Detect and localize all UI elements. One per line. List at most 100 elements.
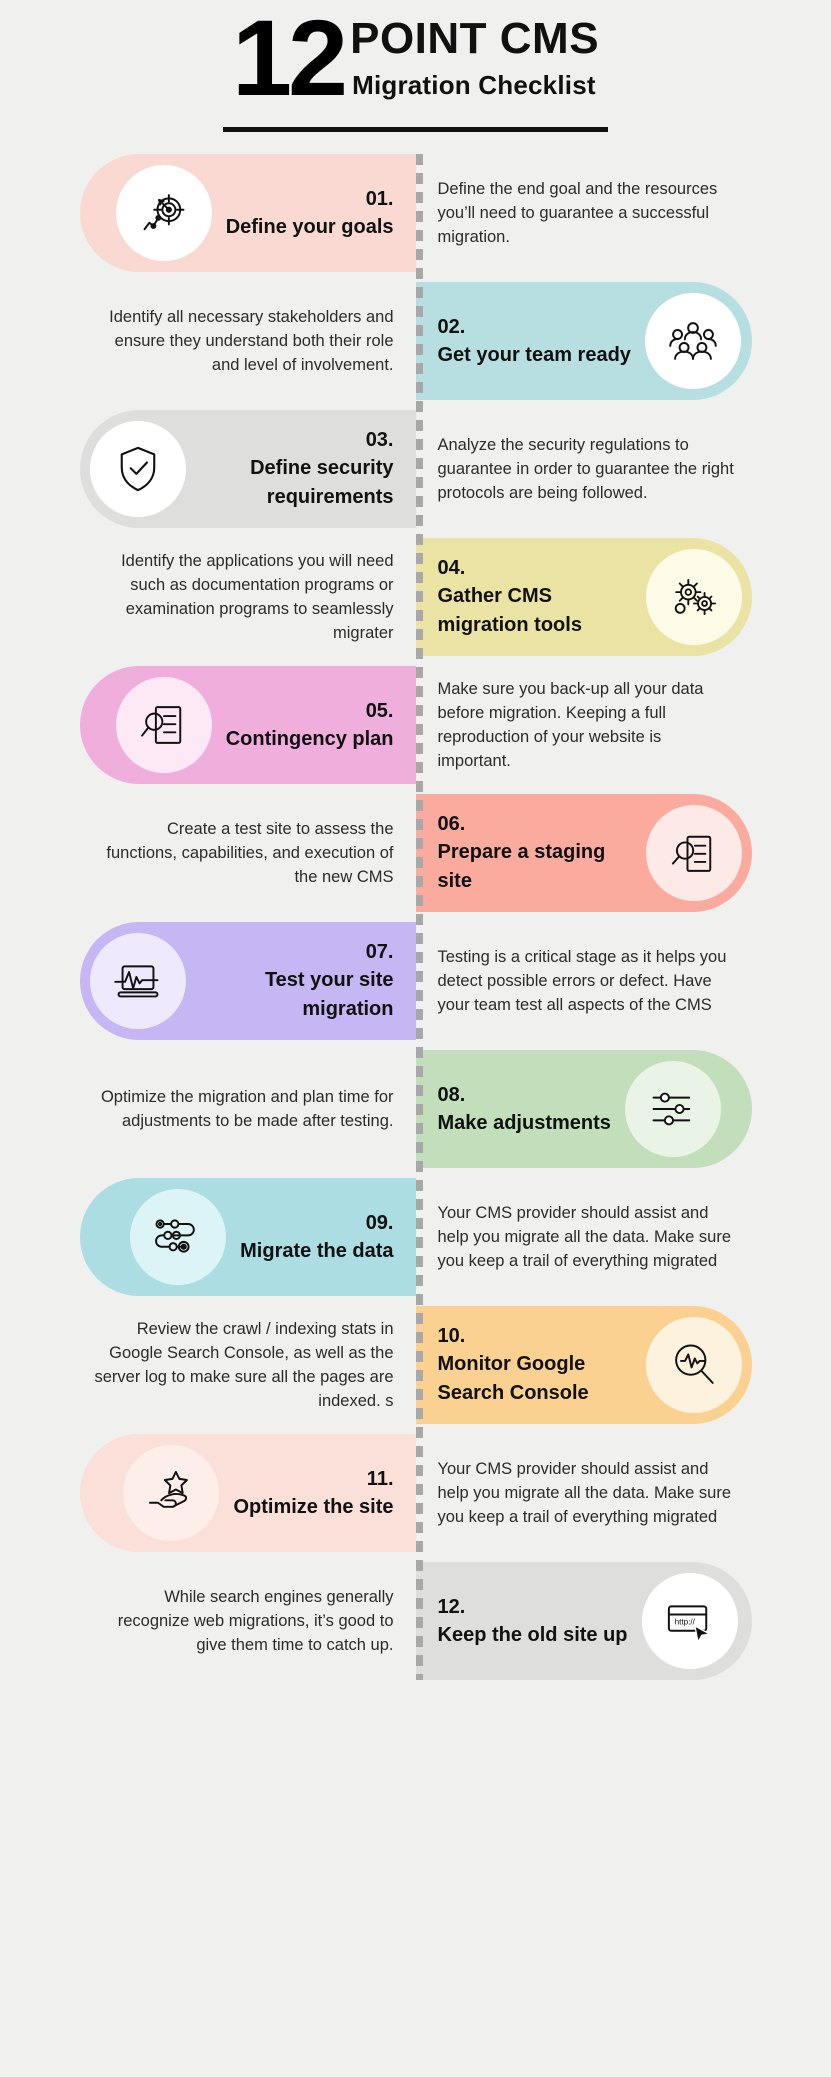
item-number: 07. xyxy=(365,941,394,964)
pill-side: 07. Test your site migration xyxy=(0,922,416,1041)
gears-tools-icon xyxy=(645,549,742,646)
item-description-text: Make sure you back-up all your data befo… xyxy=(437,680,704,771)
description-side: Make sure you back-up all your data befo… xyxy=(416,666,831,784)
item-title: Define your goals xyxy=(225,215,394,238)
pill-text: 02. Get your team ready xyxy=(438,314,631,369)
item-description-text: Analyze the security regulations to guar… xyxy=(437,436,734,503)
item-title: Test your site migration xyxy=(264,969,394,1020)
target-goal-icon xyxy=(115,165,212,262)
item-description: While search engines generally recognize… xyxy=(80,1562,416,1680)
item-number: 01. xyxy=(365,187,394,210)
item-description-text: Define the end goal and the resources yo… xyxy=(437,180,718,247)
item-number: 06. xyxy=(437,813,466,836)
item-description-text: Your CMS provider should assist and help… xyxy=(437,1460,732,1527)
item-description: Make sure you back-up all your data befo… xyxy=(416,666,752,784)
checklist-item-05[interactable]: 05. Contingency plan xyxy=(79,666,416,785)
hand-star-icon xyxy=(123,1445,220,1542)
item-description: Identify all necessary stakeholders and … xyxy=(80,282,416,400)
laptop-analytics-icon xyxy=(89,933,186,1030)
pill-text: 04. Gather CMS migration tools xyxy=(438,555,632,639)
item-number: 03. xyxy=(365,429,394,452)
item-description-text: Create a test site to assess the functio… xyxy=(106,820,394,887)
pill-side: 11. Optimize the site xyxy=(0,1434,416,1553)
checklist-timeline: 01. Define your goals Define the end goal… xyxy=(0,154,831,1681)
item-description: Your CMS provider should assist and help… xyxy=(416,1178,752,1296)
item-description-text: Testing is a critical stage as it helps … xyxy=(437,948,727,1015)
item-description-text: Your CMS provider should assist and help… xyxy=(437,1204,732,1271)
document-search-icon xyxy=(115,677,212,774)
item-title: Monitor Google Search Console xyxy=(437,1353,589,1404)
header-divider xyxy=(223,127,608,133)
description-side: Analyze the security regulations to guar… xyxy=(416,410,831,528)
title-row: 12 POINT CMS Migration Checklist xyxy=(0,3,831,111)
item-description-text: Optimize the migration and plan time for… xyxy=(100,1088,394,1131)
checklist-item-04[interactable]: 04. Gather CMS migration tools xyxy=(415,538,752,657)
checklist-item-09[interactable]: 09. Migrate the data xyxy=(79,1178,416,1297)
item-number: 10. xyxy=(437,1325,466,1348)
checklist-item-06[interactable]: 06. Prepare a staging site xyxy=(415,794,752,913)
infographic-page: 12 POINT CMS Migration Checklist 01. Defi… xyxy=(0,0,831,2077)
page-header: 12 POINT CMS Migration Checklist xyxy=(0,0,831,133)
checklist-item-11[interactable]: 11. Optimize the site xyxy=(79,1434,416,1553)
checklist-item-08[interactable]: 08. Make adjustments xyxy=(415,1050,752,1169)
item-description-text: Review the crawl / indexing stats in Goo… xyxy=(94,1320,394,1411)
item-title: Gather CMS migration tools xyxy=(437,585,582,636)
description-side: Optimize the migration and plan time for… xyxy=(0,1050,416,1168)
shield-check-icon xyxy=(89,421,186,518)
page-title: POINT CMS xyxy=(350,14,600,63)
description-side: Define the end goal and the resources yo… xyxy=(416,154,831,272)
item-title: Make adjustments xyxy=(437,1111,611,1134)
item-description: Review the crawl / indexing stats in Goo… xyxy=(80,1306,416,1424)
pill-text: 03. Define security requirements xyxy=(200,427,394,511)
item-description: Create a test site to assess the functio… xyxy=(80,794,416,912)
team-group-icon xyxy=(644,293,741,390)
magnify-document-icon xyxy=(645,805,742,902)
checklist-item-10[interactable]: 10. Monitor Google Search Console xyxy=(415,1306,752,1425)
pill-text: 12. Keep the old site up xyxy=(438,1594,628,1649)
magnify-analytics-icon xyxy=(645,1317,742,1414)
item-title: Optimize the site xyxy=(233,1495,394,1518)
pill-text: 07. Test your site migration xyxy=(200,939,394,1023)
description-side: Testing is a critical stage as it helps … xyxy=(416,922,831,1040)
page-subtitle: Migration Checklist xyxy=(352,70,596,101)
item-number: 08. xyxy=(437,1083,466,1106)
pill-text: 10. Monitor Google Search Console xyxy=(438,1323,632,1407)
checklist-item-01[interactable]: 01. Define your goals xyxy=(79,154,416,273)
pill-text: 09. Migrate the data xyxy=(240,1210,393,1265)
item-number: 12. xyxy=(437,1595,466,1618)
pill-text: 05. Contingency plan xyxy=(226,698,394,753)
description-side: While search engines generally recognize… xyxy=(0,1562,416,1680)
item-title: Contingency plan xyxy=(225,727,394,750)
pill-text: 01. Define your goals xyxy=(226,186,394,241)
item-title: Keep the old site up xyxy=(437,1623,628,1646)
item-number: 02. xyxy=(437,315,466,338)
pill-text: 08. Make adjustments xyxy=(438,1082,611,1137)
checklist-item-12[interactable]: 12. Keep the old site up http:// xyxy=(415,1562,752,1681)
item-title: Get your team ready xyxy=(437,343,631,366)
pill-side: 04. Gather CMS migration tools xyxy=(415,538,831,657)
item-description: Analyze the security regulations to guar… xyxy=(416,410,752,528)
item-number: 04. xyxy=(437,557,466,580)
pill-side: 03. Define security requirements xyxy=(0,410,416,529)
title-stack: POINT CMS Migration Checklist xyxy=(350,8,599,101)
description-side: Identify the applications you will need … xyxy=(0,538,416,656)
pill-side: 09. Migrate the data xyxy=(0,1178,416,1297)
item-number: 09. xyxy=(365,1211,394,1234)
sliders-settings-icon xyxy=(624,1061,721,1158)
pill-text: 06. Prepare a staging site xyxy=(438,811,632,895)
timeline-spine xyxy=(416,154,423,1681)
item-title: Define security requirements xyxy=(250,457,394,508)
item-description: Optimize the migration and plan time for… xyxy=(80,1050,416,1168)
item-description: Your CMS provider should assist and help… xyxy=(416,1434,752,1552)
description-side: Review the crawl / indexing stats in Goo… xyxy=(0,1306,416,1424)
checklist-item-03[interactable]: 03. Define security requirements xyxy=(79,410,416,529)
description-side: Your CMS provider should assist and help… xyxy=(416,1434,831,1552)
data-flow-icon xyxy=(130,1189,227,1286)
description-side: Identify all necessary stakeholders and … xyxy=(0,282,416,400)
item-description-text: Identify the applications you will need … xyxy=(121,552,394,643)
item-description: Testing is a critical stage as it helps … xyxy=(416,922,752,1040)
pill-side: 05. Contingency plan xyxy=(0,666,416,785)
checklist-item-07[interactable]: 07. Test your site migration xyxy=(79,922,416,1041)
svg-text:http://: http:// xyxy=(674,1618,695,1627)
checklist-item-02[interactable]: 02. Get your team ready xyxy=(415,282,752,401)
